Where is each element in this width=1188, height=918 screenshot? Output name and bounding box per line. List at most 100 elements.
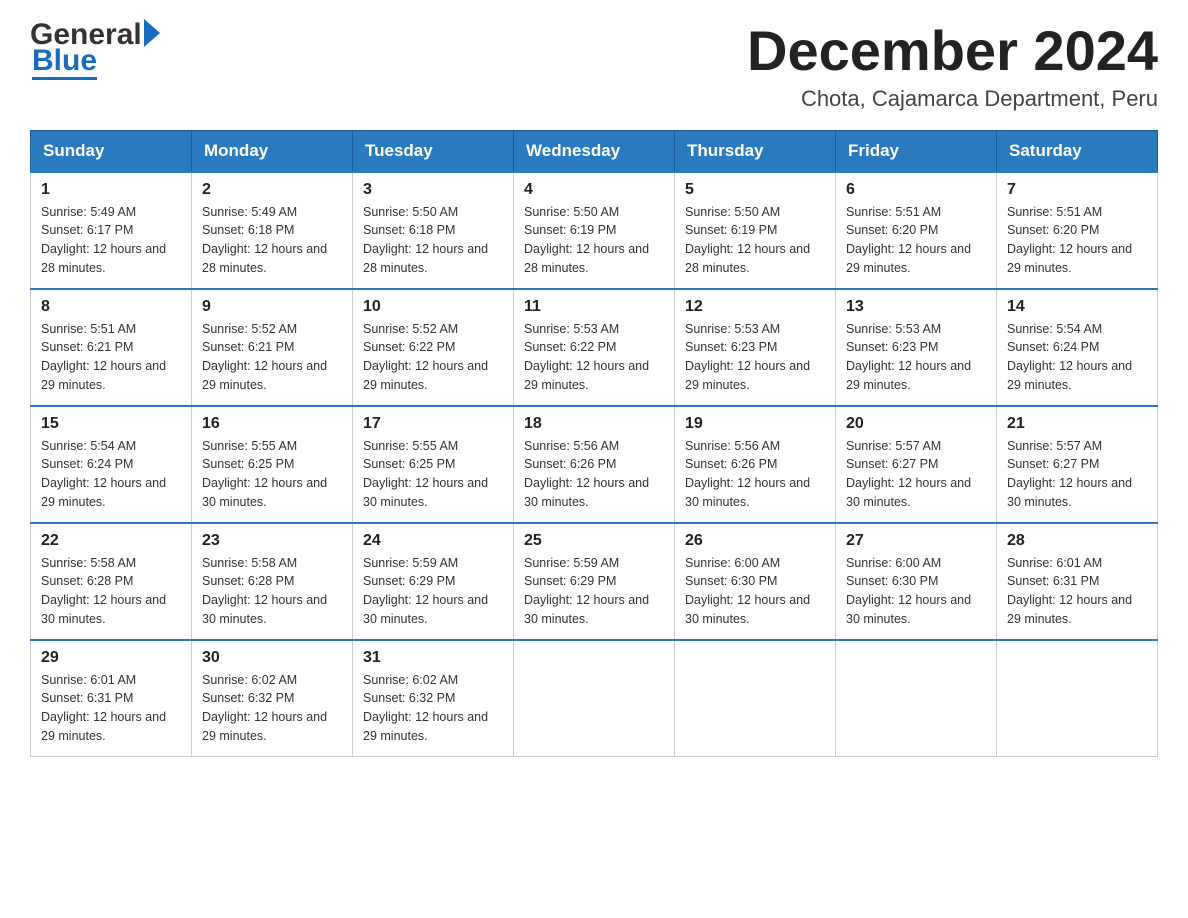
calendar-cell: 22 Sunrise: 5:58 AM Sunset: 6:28 PM Dayl…	[31, 523, 192, 640]
day-info: Sunrise: 5:56 AM Sunset: 6:26 PM Dayligh…	[685, 437, 825, 512]
day-info: Sunrise: 6:00 AM Sunset: 6:30 PM Dayligh…	[846, 554, 986, 629]
calendar-cell: 25 Sunrise: 5:59 AM Sunset: 6:29 PM Dayl…	[514, 523, 675, 640]
day-number: 8	[41, 298, 181, 316]
sunrise-text: Sunrise: 5:51 AM	[846, 205, 941, 219]
calendar-cell: 13 Sunrise: 5:53 AM Sunset: 6:23 PM Dayl…	[836, 289, 997, 406]
col-header-friday: Friday	[836, 130, 997, 172]
sunrise-text: Sunrise: 5:58 AM	[202, 556, 297, 570]
sunrise-text: Sunrise: 5:58 AM	[41, 556, 136, 570]
day-info: Sunrise: 5:55 AM Sunset: 6:25 PM Dayligh…	[363, 437, 503, 512]
sunrise-text: Sunrise: 5:53 AM	[524, 322, 619, 336]
day-number: 3	[363, 181, 503, 199]
day-number: 23	[202, 532, 342, 550]
sunset-text: Sunset: 6:18 PM	[363, 223, 455, 237]
calendar-cell: 29 Sunrise: 6:01 AM Sunset: 6:31 PM Dayl…	[31, 640, 192, 757]
sunrise-text: Sunrise: 5:51 AM	[41, 322, 136, 336]
sunrise-text: Sunrise: 5:56 AM	[524, 439, 619, 453]
sunset-text: Sunset: 6:20 PM	[846, 223, 938, 237]
calendar-cell	[836, 640, 997, 757]
sunset-text: Sunset: 6:27 PM	[1007, 457, 1099, 471]
calendar-week-row: 22 Sunrise: 5:58 AM Sunset: 6:28 PM Dayl…	[31, 523, 1158, 640]
sunset-text: Sunset: 6:22 PM	[524, 340, 616, 354]
day-number: 30	[202, 649, 342, 667]
daylight-text: Daylight: 12 hours and 30 minutes.	[41, 593, 166, 626]
calendar-cell: 24 Sunrise: 5:59 AM Sunset: 6:29 PM Dayl…	[353, 523, 514, 640]
sunrise-text: Sunrise: 5:57 AM	[1007, 439, 1102, 453]
sunset-text: Sunset: 6:24 PM	[1007, 340, 1099, 354]
day-number: 25	[524, 532, 664, 550]
sunrise-text: Sunrise: 5:50 AM	[685, 205, 780, 219]
sunrise-text: Sunrise: 5:56 AM	[685, 439, 780, 453]
sunset-text: Sunset: 6:21 PM	[41, 340, 133, 354]
day-info: Sunrise: 5:50 AM Sunset: 6:19 PM Dayligh…	[524, 203, 664, 278]
daylight-text: Daylight: 12 hours and 29 minutes.	[524, 359, 649, 392]
calendar-cell: 23 Sunrise: 5:58 AM Sunset: 6:28 PM Dayl…	[192, 523, 353, 640]
sunrise-text: Sunrise: 6:00 AM	[685, 556, 780, 570]
day-info: Sunrise: 6:02 AM Sunset: 6:32 PM Dayligh…	[202, 671, 342, 746]
sunset-text: Sunset: 6:26 PM	[685, 457, 777, 471]
sunset-text: Sunset: 6:17 PM	[41, 223, 133, 237]
day-info: Sunrise: 5:56 AM Sunset: 6:26 PM Dayligh…	[524, 437, 664, 512]
calendar-cell: 4 Sunrise: 5:50 AM Sunset: 6:19 PM Dayli…	[514, 172, 675, 289]
calendar-cell: 19 Sunrise: 5:56 AM Sunset: 6:26 PM Dayl…	[675, 406, 836, 523]
calendar-cell: 30 Sunrise: 6:02 AM Sunset: 6:32 PM Dayl…	[192, 640, 353, 757]
day-info: Sunrise: 5:55 AM Sunset: 6:25 PM Dayligh…	[202, 437, 342, 512]
col-header-monday: Monday	[192, 130, 353, 172]
sunset-text: Sunset: 6:26 PM	[524, 457, 616, 471]
sunset-text: Sunset: 6:23 PM	[685, 340, 777, 354]
day-info: Sunrise: 5:50 AM Sunset: 6:19 PM Dayligh…	[685, 203, 825, 278]
daylight-text: Daylight: 12 hours and 29 minutes.	[41, 476, 166, 509]
sunrise-text: Sunrise: 6:00 AM	[846, 556, 941, 570]
daylight-text: Daylight: 12 hours and 29 minutes.	[202, 359, 327, 392]
day-info: Sunrise: 5:53 AM Sunset: 6:23 PM Dayligh…	[685, 320, 825, 395]
sunrise-text: Sunrise: 5:51 AM	[1007, 205, 1102, 219]
day-info: Sunrise: 5:49 AM Sunset: 6:18 PM Dayligh…	[202, 203, 342, 278]
daylight-text: Daylight: 12 hours and 29 minutes.	[1007, 593, 1132, 626]
day-info: Sunrise: 6:00 AM Sunset: 6:30 PM Dayligh…	[685, 554, 825, 629]
sunset-text: Sunset: 6:24 PM	[41, 457, 133, 471]
day-number: 13	[846, 298, 986, 316]
day-number: 14	[1007, 298, 1147, 316]
calendar-cell: 12 Sunrise: 5:53 AM Sunset: 6:23 PM Dayl…	[675, 289, 836, 406]
daylight-text: Daylight: 12 hours and 30 minutes.	[685, 476, 810, 509]
sunrise-text: Sunrise: 5:57 AM	[846, 439, 941, 453]
daylight-text: Daylight: 12 hours and 29 minutes.	[846, 242, 971, 275]
daylight-text: Daylight: 12 hours and 29 minutes.	[363, 359, 488, 392]
col-header-thursday: Thursday	[675, 130, 836, 172]
sunset-text: Sunset: 6:19 PM	[685, 223, 777, 237]
sunrise-text: Sunrise: 5:50 AM	[363, 205, 458, 219]
calendar-cell: 8 Sunrise: 5:51 AM Sunset: 6:21 PM Dayli…	[31, 289, 192, 406]
calendar-cell: 26 Sunrise: 6:00 AM Sunset: 6:30 PM Dayl…	[675, 523, 836, 640]
location-title: Chota, Cajamarca Department, Peru	[747, 86, 1158, 112]
sunset-text: Sunset: 6:22 PM	[363, 340, 455, 354]
col-header-wednesday: Wednesday	[514, 130, 675, 172]
calendar-cell: 17 Sunrise: 5:55 AM Sunset: 6:25 PM Dayl…	[353, 406, 514, 523]
sunrise-text: Sunrise: 5:52 AM	[202, 322, 297, 336]
month-title: December 2024	[747, 20, 1158, 82]
day-info: Sunrise: 5:57 AM Sunset: 6:27 PM Dayligh…	[1007, 437, 1147, 512]
daylight-text: Daylight: 12 hours and 28 minutes.	[685, 242, 810, 275]
col-header-sunday: Sunday	[31, 130, 192, 172]
logo-triangle-icon	[144, 19, 160, 47]
daylight-text: Daylight: 12 hours and 28 minutes.	[202, 242, 327, 275]
sunset-text: Sunset: 6:29 PM	[363, 574, 455, 588]
sunset-text: Sunset: 6:31 PM	[41, 691, 133, 705]
daylight-text: Daylight: 12 hours and 29 minutes.	[846, 359, 971, 392]
daylight-text: Daylight: 12 hours and 29 minutes.	[41, 359, 166, 392]
day-info: Sunrise: 5:58 AM Sunset: 6:28 PM Dayligh…	[41, 554, 181, 629]
calendar-week-row: 15 Sunrise: 5:54 AM Sunset: 6:24 PM Dayl…	[31, 406, 1158, 523]
day-number: 9	[202, 298, 342, 316]
calendar-week-row: 8 Sunrise: 5:51 AM Sunset: 6:21 PM Dayli…	[31, 289, 1158, 406]
daylight-text: Daylight: 12 hours and 30 minutes.	[1007, 476, 1132, 509]
daylight-text: Daylight: 12 hours and 30 minutes.	[363, 593, 488, 626]
daylight-text: Daylight: 12 hours and 29 minutes.	[202, 710, 327, 743]
sunrise-text: Sunrise: 5:49 AM	[202, 205, 297, 219]
day-info: Sunrise: 5:50 AM Sunset: 6:18 PM Dayligh…	[363, 203, 503, 278]
calendar-week-row: 29 Sunrise: 6:01 AM Sunset: 6:31 PM Dayl…	[31, 640, 1158, 757]
day-info: Sunrise: 5:51 AM Sunset: 6:20 PM Dayligh…	[1007, 203, 1147, 278]
day-info: Sunrise: 5:49 AM Sunset: 6:17 PM Dayligh…	[41, 203, 181, 278]
day-number: 16	[202, 415, 342, 433]
sunrise-text: Sunrise: 5:53 AM	[685, 322, 780, 336]
calendar-cell: 18 Sunrise: 5:56 AM Sunset: 6:26 PM Dayl…	[514, 406, 675, 523]
day-info: Sunrise: 5:57 AM Sunset: 6:27 PM Dayligh…	[846, 437, 986, 512]
